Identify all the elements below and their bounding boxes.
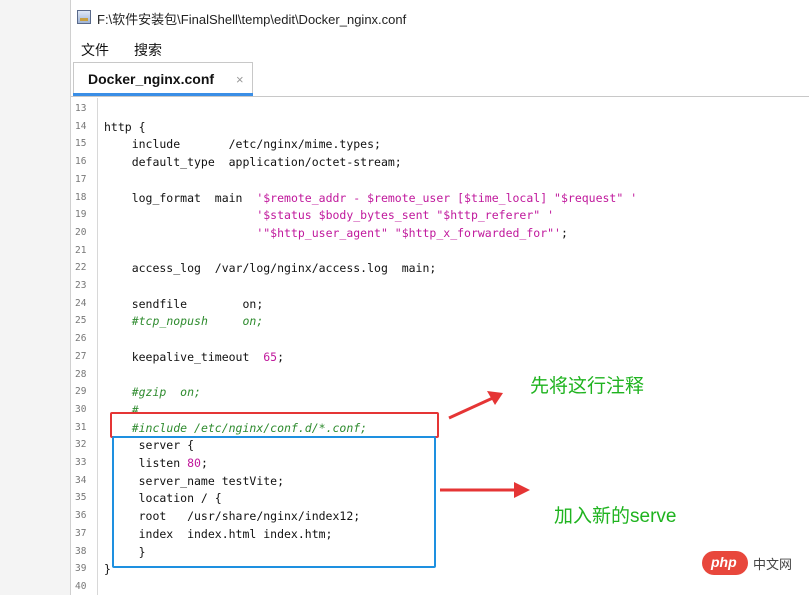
line-number: 19 bbox=[75, 209, 87, 221]
code-line: } bbox=[104, 562, 111, 577]
line-number-gutter: 13 14 15 16 17 18 19 20 21 22 23 24 25 26 27 28 29 30 31 32… bbox=[71, 98, 98, 595]
tab-bar: Docker_nginx.conf × bbox=[71, 62, 809, 97]
code-line: include /etc/nginx/mime.types; bbox=[104, 137, 381, 152]
finalshell-app-icon bbox=[77, 10, 91, 24]
line-number: 34 bbox=[75, 474, 87, 486]
window-title: F:\软件安装包\FinalShell\temp\edit\Docker_ngi… bbox=[97, 12, 407, 27]
line-number: 28 bbox=[75, 368, 87, 380]
line-number: 33 bbox=[75, 457, 87, 468]
line-number: 37 bbox=[75, 527, 87, 539]
line-number: 22 bbox=[75, 262, 87, 274]
annotation-comment-note: 先将这行注释 bbox=[530, 376, 645, 397]
line-number: 30 bbox=[75, 403, 87, 415]
code-line: sendfile on; bbox=[104, 296, 264, 311]
line-number: 27 bbox=[75, 350, 87, 362]
line-number: 32 bbox=[75, 439, 87, 451]
code-line: keepalive_timeout 65; bbox=[104, 349, 285, 364]
code-line: http { bbox=[104, 119, 146, 134]
menu-file[interactable]: 文件 bbox=[81, 40, 109, 60]
line-number: 20 bbox=[75, 226, 87, 238]
line-number: 13 bbox=[75, 103, 87, 114]
highlight-box-comment-line bbox=[110, 412, 439, 438]
red-arrow-icon-2 bbox=[440, 482, 530, 498]
title-bar: F:\软件安装包\FinalShell\temp\edit\Docker_ngi… bbox=[71, 0, 809, 34]
line-number: 36 bbox=[75, 510, 87, 522]
code-line: '$status $body_bytes_sent "$http_referer… bbox=[256, 208, 555, 223]
line-number: 26 bbox=[75, 333, 87, 345]
line-number: 29 bbox=[75, 386, 87, 398]
watermark-text: 中文网 bbox=[753, 557, 793, 572]
line-number: 35 bbox=[75, 492, 87, 504]
line-number: 31 bbox=[75, 421, 87, 433]
red-arrow-icon bbox=[448, 391, 503, 420]
active-tab-indicator bbox=[73, 93, 253, 96]
code-line: '"$http_user_agent" "$http_x_forwarded_f… bbox=[256, 225, 568, 240]
line-number: 18 bbox=[75, 191, 87, 203]
line-number: 23 bbox=[75, 280, 87, 291]
php-logo-text: php bbox=[711, 554, 737, 570]
code-line: default_type application/octet-stream; bbox=[104, 155, 402, 170]
line-number: 21 bbox=[75, 244, 87, 256]
line-number: 16 bbox=[75, 156, 87, 168]
desktop-background-strip bbox=[0, 0, 70, 595]
php-logo-icon: php bbox=[702, 551, 748, 575]
line-number: 39 bbox=[75, 563, 87, 575]
code-line: #tcp_nopush on; bbox=[131, 314, 264, 329]
code-line: log_format main '$remote_addr - $remote_… bbox=[104, 190, 638, 205]
line-number: 14 bbox=[75, 120, 87, 132]
tab-close-icon[interactable]: × bbox=[236, 72, 244, 87]
tab-label: Docker_nginx.conf bbox=[88, 71, 215, 87]
line-number: 17 bbox=[75, 173, 87, 185]
highlight-box-server-block bbox=[112, 436, 436, 568]
line-number: 40 bbox=[75, 580, 87, 592]
tab-docker-nginx-conf[interactable]: Docker_nginx.conf × bbox=[73, 62, 253, 96]
code-line: #gzip on; bbox=[131, 385, 201, 400]
code-line: access_log /var/log/nginx/access.log mai… bbox=[104, 261, 437, 276]
annotation-add-note: 加入新的serve bbox=[554, 506, 677, 527]
line-number: 38 bbox=[75, 545, 87, 557]
menu-search[interactable]: 搜索 bbox=[134, 40, 162, 60]
line-number: 15 bbox=[75, 138, 87, 150]
menu-bar: 文件 搜索 bbox=[71, 38, 809, 60]
line-number: 25 bbox=[75, 315, 87, 327]
line-number: 24 bbox=[75, 297, 87, 309]
